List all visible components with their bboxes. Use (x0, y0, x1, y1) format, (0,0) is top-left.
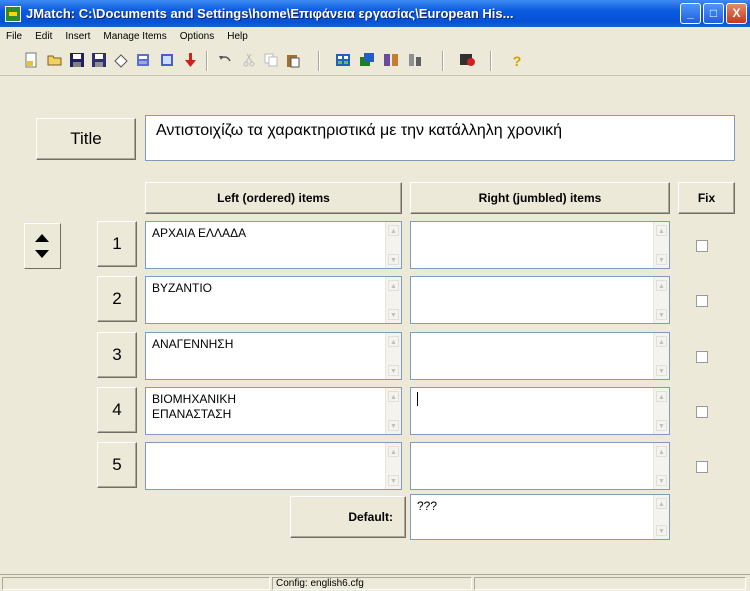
web-page-alt-icon[interactable] (158, 52, 176, 70)
sort-items-icon[interactable] (406, 52, 424, 70)
fix-checkbox[interactable] (696, 461, 708, 473)
fix-checkbox[interactable] (696, 406, 708, 418)
help-icon[interactable]: ? (508, 52, 526, 70)
web-page-icon[interactable] (134, 52, 152, 70)
maximize-button[interactable]: □ (703, 3, 724, 24)
menu-edit[interactable]: Edit (29, 31, 59, 42)
fix-checkbox[interactable] (696, 295, 708, 307)
open-folder-icon[interactable] (46, 52, 64, 70)
left-item-text: ΑΝΑΓΕΝΝΗΣΗ (152, 337, 234, 351)
default-label: Default: (290, 496, 406, 538)
arrow-down-icon[interactable] (35, 250, 49, 258)
fix-checkbox[interactable] (696, 240, 708, 252)
left-item-field[interactable]: ΑΝΑΓΕΝΝΗΣΗ ▲ ▼ (145, 332, 402, 380)
row-number-button[interactable]: 1 (97, 221, 137, 267)
scrollbar[interactable]: ▲ ▼ (385, 388, 401, 434)
save-icon[interactable] (68, 52, 86, 70)
status-pane-right (474, 577, 746, 590)
row-number-button[interactable]: 3 (97, 332, 137, 378)
left-item-field[interactable]: ΒΙΟΜΗΧΑΝΙΚΗ ΕΠΑΝΑΣΤΑΣΗ ▲ ▼ (145, 387, 402, 435)
copy-icon[interactable] (262, 52, 280, 70)
toolbar-separator (490, 51, 492, 71)
shuffle-items-icon[interactable] (358, 52, 376, 70)
scrollbar[interactable]: ▲ ▼ (385, 333, 401, 379)
menu-file[interactable]: File (0, 31, 29, 42)
right-item-field[interactable]: ▲ ▼ (410, 276, 670, 324)
right-item-field[interactable]: ▲ ▼ (410, 221, 670, 269)
save-as-icon[interactable] (90, 52, 108, 70)
manage-items-icon[interactable] (382, 52, 400, 70)
left-item-text: ΒΙΟΜΗΧΑΝΙΚΗ (152, 392, 237, 406)
status-bar: Config: english6.cfg (0, 574, 750, 591)
window-titlebar: JMatch: C:\Documents and Settings\home\Ε… (0, 0, 750, 27)
title-button[interactable]: Title (36, 118, 136, 160)
right-item-field[interactable]: ▲ ▼ (410, 442, 670, 490)
app-icon (5, 5, 21, 22)
scrollbar[interactable]: ▲ ▼ (653, 277, 669, 323)
new-file-icon[interactable] (22, 52, 40, 70)
title-input[interactable]: Αντιστοιχίζω τα χαρακτηριστικά με την κα… (145, 115, 735, 161)
scrollbar[interactable]: ▲ ▼ (653, 443, 669, 489)
left-item-text: ΑΡΧΑΙΑ ΕΛΛΑΔΑ (152, 226, 247, 240)
scrollbar[interactable]: ▲ ▼ (653, 222, 669, 268)
eraser-icon[interactable] (112, 52, 130, 70)
toolbar: ? (0, 46, 750, 76)
text-caret (417, 392, 418, 406)
toolbar-separator (318, 51, 320, 71)
left-item-field[interactable]: ΑΡΧΑΙΑ ΕΛΛΑΔΑ ▲ ▼ (145, 221, 402, 269)
default-text: ??? (417, 499, 438, 513)
toolbar-separator (442, 51, 444, 71)
items-grid-icon[interactable] (334, 52, 352, 70)
minimize-button[interactable]: _ (680, 3, 701, 24)
row-number-button[interactable]: 2 (97, 276, 137, 322)
move-row-updown[interactable] (24, 223, 61, 269)
window-title: JMatch: C:\Documents and Settings\home\Ε… (26, 6, 514, 21)
undo-icon[interactable] (216, 52, 234, 70)
right-items-header: Right (jumbled) items (410, 182, 670, 214)
left-item-field[interactable]: ▲ ▼ (145, 442, 402, 490)
scrollbar[interactable]: ▲ ▼ (385, 277, 401, 323)
scrollbar[interactable]: ▲ ▼ (653, 388, 669, 434)
default-field[interactable]: ??? ▲ ▼ (410, 494, 670, 540)
menu-bar: File Edit Insert Manage Items Options He… (0, 27, 750, 46)
arrow-up-icon[interactable] (35, 234, 49, 242)
menu-options[interactable]: Options (174, 31, 221, 42)
row-number-button[interactable]: 4 (97, 387, 137, 433)
menu-insert[interactable]: Insert (59, 31, 97, 42)
left-item-text: ΒΥΖΑΝΤΙΟ (152, 281, 213, 295)
left-item-text-line2: ΕΠΑΝΑΣΤΑΣΗ (152, 407, 232, 421)
row-number-button[interactable]: 5 (97, 442, 137, 488)
left-item-field[interactable]: ΒΥΖΑΝΤΙΟ ▲ ▼ (145, 276, 402, 324)
close-button[interactable]: X (726, 3, 747, 24)
left-items-header: Left (ordered) items (145, 182, 402, 214)
export-arrow-icon[interactable] (181, 52, 199, 70)
scrollbar[interactable]: ▲ ▼ (385, 222, 401, 268)
paste-icon[interactable] (284, 52, 302, 70)
status-config: Config: english6.cfg (272, 577, 472, 590)
right-item-field[interactable]: ▲ ▼ (410, 332, 670, 380)
fix-header: Fix (678, 182, 735, 214)
scrollbar[interactable]: ▲ ▼ (385, 443, 401, 489)
fix-checkbox[interactable] (696, 351, 708, 363)
config-icon[interactable] (458, 52, 476, 70)
toolbar-separator (206, 51, 208, 71)
menu-manage-items[interactable]: Manage Items (97, 31, 173, 42)
right-item-field[interactable]: ▲ ▼ (410, 387, 670, 435)
status-pane-left (2, 577, 270, 590)
scrollbar[interactable]: ▲ ▼ (653, 495, 669, 539)
menu-help[interactable]: Help (221, 31, 255, 42)
scrollbar[interactable]: ▲ ▼ (653, 333, 669, 379)
cut-icon[interactable] (240, 52, 258, 70)
